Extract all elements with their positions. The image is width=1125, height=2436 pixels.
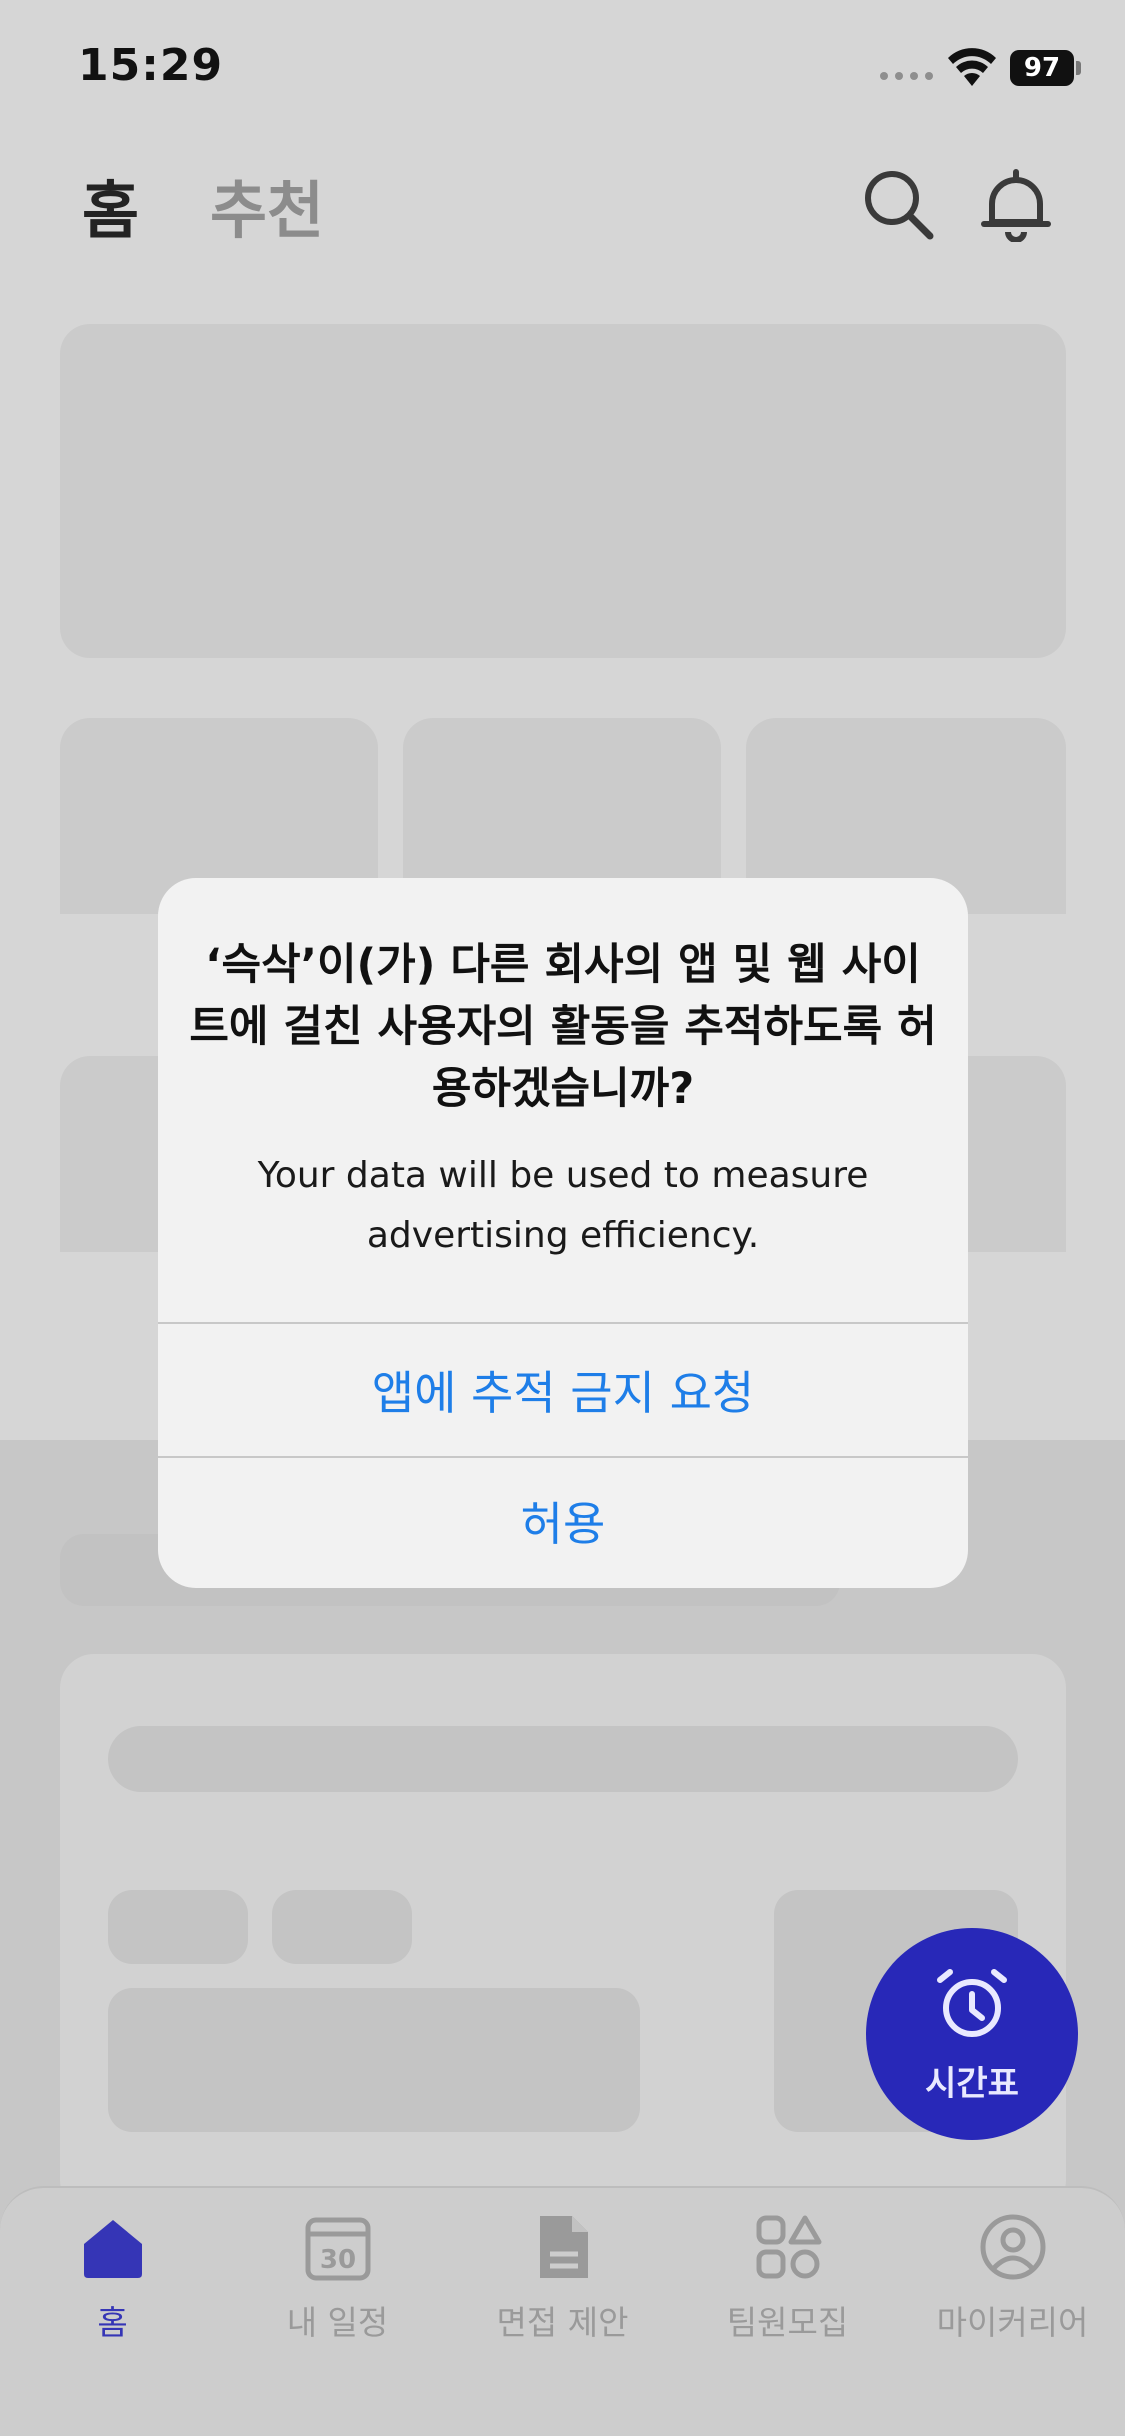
tracking-permission-alert: ‘슥삭’이(가) 다른 회사의 앱 및 웹 사이트에 걸친 사용자의 활동을 추… <box>158 878 968 1588</box>
allow-button[interactable]: 허용 <box>158 1460 968 1588</box>
alert-divider <box>158 1456 968 1458</box>
alert-divider <box>158 1322 968 1324</box>
app-screen: 15:29 97 홈 추천 시간표 홈 30 내 일정 면접 제안 팀원모집 마… <box>0 0 1125 2436</box>
ask-app-not-to-track-button[interactable]: 앱에 추적 금지 요청 <box>158 1328 968 1458</box>
alert-title: ‘슥삭’이(가) 다른 회사의 앱 및 웹 사이트에 걸친 사용자의 활동을 추… <box>189 940 937 1114</box>
alert-message: Your data will be used to measure advert… <box>257 1155 869 1256</box>
